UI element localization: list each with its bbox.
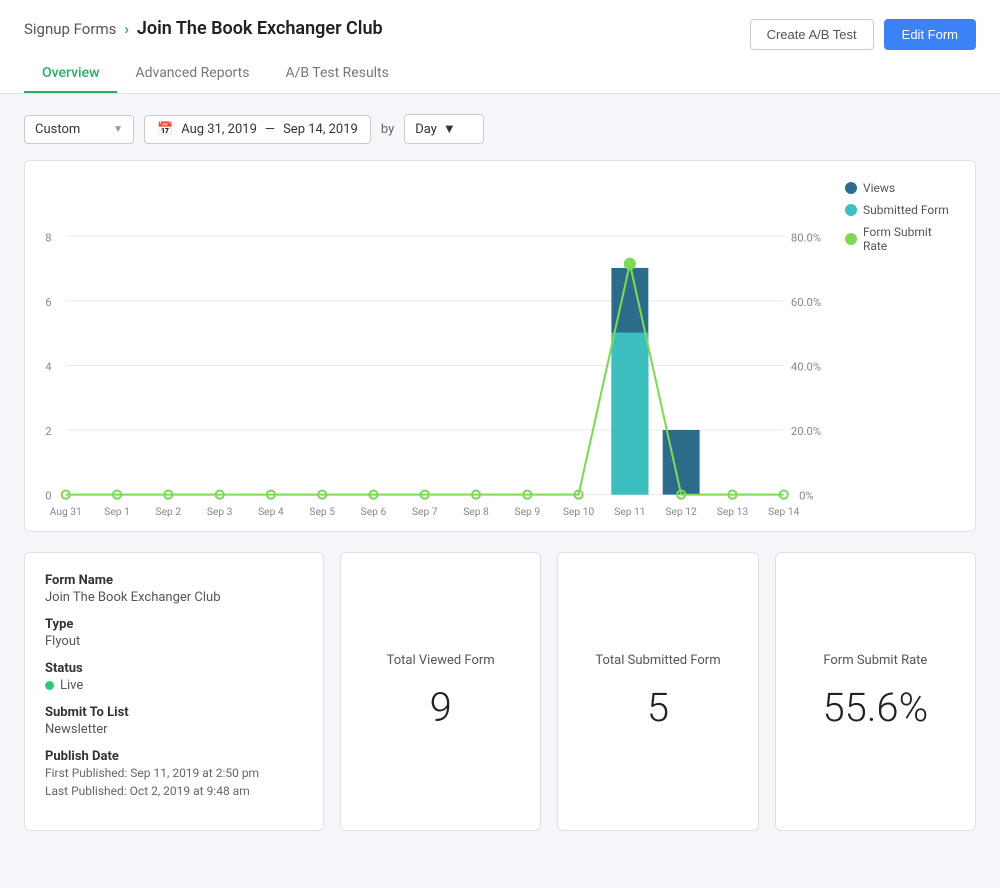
svg-text:Sep 2: Sep 2 [156,505,182,518]
tab-ab-test-results[interactable]: A/B Test Results [267,55,406,93]
date-start: Aug 31, 2019 [181,122,257,137]
legend-label-rate: Form Submit Rate [863,225,955,253]
status-text: Live [60,678,83,693]
interval-label: Day [415,122,437,137]
by-label: by [381,122,394,137]
total-viewed-value: 9 [430,684,452,731]
svg-text:Sep 11: Sep 11 [614,505,645,518]
svg-text:Sep 8: Sep 8 [463,505,489,518]
svg-text:Sep 7: Sep 7 [412,505,438,518]
breadcrumb-arrow: › [124,20,129,38]
svg-text:Aug 31: Aug 31 [50,505,82,518]
legend-views: Views [845,181,955,195]
total-submitted-value: 5 [647,684,669,731]
svg-text:0%: 0% [799,490,814,503]
tab-advanced-reports[interactable]: Advanced Reports [117,55,267,93]
date-end: Sep 14, 2019 [283,122,358,137]
legend-dot-submitted [845,204,857,216]
first-published: First Published: Sep 11, 2019 at 2:50 pm [45,766,303,780]
chevron-down-icon: ▼ [113,124,123,135]
chart-svg: 0 2 4 6 8 0% 20.0% 40.0% 60.0% 80.0% [35,181,835,521]
main-content: Custom ▼ 📅 Aug 31, 2019 — Sep 14, 2019 b… [0,94,1000,851]
svg-text:Sep 5: Sep 5 [309,505,335,518]
svg-text:Sep 13: Sep 13 [717,505,749,518]
type-value: Flyout [45,634,303,649]
last-published: Last Published: Oct 2, 2019 at 9:48 am [45,784,303,798]
calendar-icon: 📅 [157,122,173,137]
total-submitted-title: Total Submitted Form [595,653,720,668]
bar-submitted-sep11 [611,333,648,495]
page-header: Signup Forms › Join The Book Exchanger C… [0,0,1000,94]
svg-text:60.0%: 60.0% [791,296,821,309]
svg-text:80.0%: 80.0% [791,231,821,244]
svg-text:20.0%: 20.0% [791,425,821,438]
submit-rate-title: Form Submit Rate [823,653,927,668]
svg-text:Sep 9: Sep 9 [515,505,541,518]
submit-rate-card: Form Submit Rate 55.6% [775,552,976,831]
svg-text:Sep 10: Sep 10 [563,505,595,518]
edit-form-button[interactable]: Edit Form [884,19,976,50]
form-name-value: Join The Book Exchanger Club [45,590,303,605]
total-viewed-card: Total Viewed Form 9 [340,552,541,831]
chart-area: 0 2 4 6 8 0% 20.0% 40.0% 60.0% 80.0% [35,181,965,521]
create-ab-test-button[interactable]: Create A/B Test [750,19,874,50]
svg-text:40.0%: 40.0% [791,360,821,373]
range-type-select[interactable]: Custom ▼ [24,115,134,144]
submit-list-label: Submit To List [45,705,303,720]
submit-list-value: Newsletter [45,722,303,737]
tab-overview[interactable]: Overview [24,55,117,93]
header-top: Signup Forms › Join The Book Exchanger C… [24,18,976,51]
svg-text:Sep 12: Sep 12 [665,505,697,518]
page-title: Join The Book Exchanger Club [137,18,383,39]
status-label: Status [45,661,303,676]
legend-submitted: Submitted Form [845,203,955,217]
legend-rate: Form Submit Rate [845,225,955,253]
header-actions: Create A/B Test Edit Form [750,19,976,50]
legend-label-submitted: Submitted Form [863,203,949,217]
tab-bar: Overview Advanced Reports A/B Test Resul… [24,55,976,93]
submit-rate-value: 55.6% [822,684,928,731]
legend-label-views: Views [863,181,895,195]
svg-text:6: 6 [45,296,51,309]
svg-text:Sep 4: Sep 4 [258,505,284,518]
breadcrumb: Signup Forms › Join The Book Exchanger C… [24,18,383,39]
interval-select[interactable]: Day ▼ [404,114,484,144]
chevron-down-icon-2: ▼ [443,121,456,137]
stats-row: Form Name Join The Book Exchanger Club T… [24,552,976,831]
status-value: Live [45,678,303,693]
form-name-label: Form Name [45,573,303,588]
chart-legend: Views Submitted Form Form Submit Rate [835,181,965,521]
date-range-picker[interactable]: 📅 Aug 31, 2019 — Sep 14, 2019 [144,115,371,144]
breadcrumb-parent[interactable]: Signup Forms [24,20,116,38]
status-dot [45,681,54,690]
line-dot-peak [625,259,635,269]
svg-text:Sep 6: Sep 6 [361,505,387,518]
chart-plot: 0 2 4 6 8 0% 20.0% 40.0% 60.0% 80.0% [35,181,835,521]
form-info-card: Form Name Join The Book Exchanger Club T… [24,552,324,831]
publish-date-label: Publish Date [45,749,303,764]
range-type-label: Custom [35,122,80,137]
legend-dot-rate [845,233,857,245]
svg-text:Sep 1: Sep 1 [104,505,130,518]
total-viewed-title: Total Viewed Form [387,653,495,668]
date-separator: — [265,122,275,137]
svg-text:0: 0 [45,490,51,503]
svg-text:4: 4 [45,360,52,373]
legend-dot-views [845,182,857,194]
filter-bar: Custom ▼ 📅 Aug 31, 2019 — Sep 14, 2019 b… [24,114,976,144]
svg-text:Sep 3: Sep 3 [207,505,233,518]
type-label: Type [45,617,303,632]
svg-text:Sep 14: Sep 14 [768,505,800,518]
svg-text:2: 2 [45,425,51,438]
total-submitted-card: Total Submitted Form 5 [557,552,758,831]
svg-text:8: 8 [45,231,51,244]
chart-container: 0 2 4 6 8 0% 20.0% 40.0% 60.0% 80.0% [24,160,976,532]
